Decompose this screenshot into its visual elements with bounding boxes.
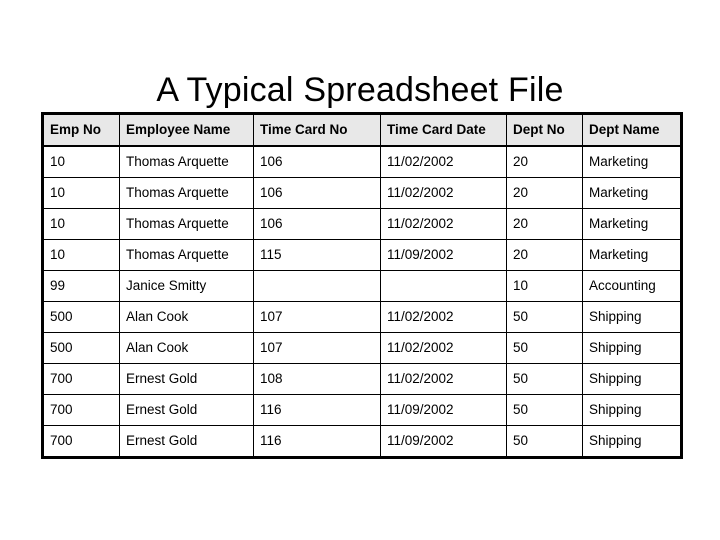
cell-card_no[interactable]: 107 (253, 332, 381, 364)
cell-card_no[interactable]: 115 (253, 239, 381, 271)
table-header-row: Emp No Employee Name Time Card No Time Card… (42, 113, 682, 147)
cell-card_no[interactable]: 106 (253, 145, 381, 178)
cell-emp_name[interactable]: Ernest Gold (119, 394, 254, 426)
spreadsheet-table: Emp No Employee Name Time Card No Time Card… (41, 112, 683, 459)
column-header-dept_name[interactable]: Dept Name (582, 113, 682, 147)
table-header: Emp No Employee Name Time Card No Time Card… (42, 113, 682, 147)
cell-card_no[interactable]: 107 (253, 301, 381, 333)
cell-dept_name[interactable]: Marketing (582, 208, 682, 240)
cell-emp_name[interactable]: Thomas Arquette (119, 239, 254, 271)
cell-dept_name[interactable]: Shipping (582, 301, 682, 333)
cell-dept_no[interactable]: 50 (506, 332, 583, 364)
table-body: 10 Thomas Arquette 106 11/02/2002 20 Marketin… (42, 145, 682, 459)
cell-emp_no[interactable]: 500 (42, 332, 120, 364)
cell-card_no[interactable]: 116 (253, 394, 381, 426)
cell-dept_no[interactable]: 20 (506, 239, 583, 271)
cell-card_no[interactable] (253, 270, 381, 302)
cell-card_date[interactable]: 11/02/2002 (380, 363, 507, 395)
cell-dept_name[interactable]: Marketing (582, 239, 682, 271)
column-header-emp_no[interactable]: Emp No (42, 113, 120, 147)
cell-dept_name[interactable]: Shipping (582, 332, 682, 364)
cell-emp_no[interactable]: 10 (42, 239, 120, 271)
cell-card_no[interactable]: 106 (253, 208, 381, 240)
cell-dept_name[interactable]: Marketing (582, 177, 682, 209)
cell-dept_no[interactable]: 50 (506, 363, 583, 395)
cell-card_date[interactable]: 11/09/2002 (380, 425, 507, 459)
cell-card_date[interactable]: 11/02/2002 (380, 177, 507, 209)
cell-dept_no[interactable]: 20 (506, 177, 583, 209)
cell-emp_no[interactable]: 700 (42, 363, 120, 395)
cell-dept_no[interactable]: 20 (506, 145, 583, 178)
cell-card_no[interactable]: 116 (253, 425, 381, 459)
cell-emp_name[interactable]: Janice Smitty (119, 270, 254, 302)
cell-dept_name[interactable]: Shipping (582, 394, 682, 426)
column-header-dept_no[interactable]: Dept No (506, 113, 583, 147)
cell-emp_no[interactable]: 99 (42, 270, 120, 302)
table-row: 10 Thomas Arquette 106 11/02/2002 20 Marketin… (42, 177, 682, 209)
cell-emp_no[interactable]: 10 (42, 177, 120, 209)
cell-dept_no[interactable]: 50 (506, 394, 583, 426)
cell-dept_name[interactable]: Shipping (582, 425, 682, 459)
cell-card_no[interactable]: 106 (253, 177, 381, 209)
cell-emp_name[interactable]: Ernest Gold (119, 363, 254, 395)
table-row: 500 Alan Cook 107 11/02/2002 50 Shipping (42, 301, 682, 333)
table-row: 10 Thomas Arquette 106 11/02/2002 20 Marketin… (42, 145, 682, 178)
spreadsheet-table-container: Emp No Employee Name Time Card No Time Card… (41, 112, 683, 459)
cell-emp_name[interactable]: Ernest Gold (119, 425, 254, 459)
cell-card_date[interactable]: 11/02/2002 (380, 145, 507, 178)
cell-dept_no[interactable]: 20 (506, 208, 583, 240)
table-row: 700 Ernest Gold 108 11/02/2002 50 Shipping (42, 363, 682, 395)
cell-emp_name[interactable]: Alan Cook (119, 332, 254, 364)
table-row: 10 Thomas Arquette 106 11/02/2002 20 Marketin… (42, 208, 682, 240)
cell-card_date[interactable]: 11/02/2002 (380, 208, 507, 240)
column-header-card_date[interactable]: Time Card Date (380, 113, 507, 147)
cell-dept_name[interactable]: Marketing (582, 145, 682, 178)
cell-dept_name[interactable]: Shipping (582, 363, 682, 395)
cell-dept_no[interactable]: 50 (506, 301, 583, 333)
cell-dept_no[interactable]: 50 (506, 425, 583, 459)
cell-card_date[interactable]: 11/02/2002 (380, 332, 507, 364)
page-title: A Typical Spreadsheet File (156, 70, 564, 109)
cell-emp_name[interactable]: Thomas Arquette (119, 208, 254, 240)
cell-emp_name[interactable]: Alan Cook (119, 301, 254, 333)
table-row: 500 Alan Cook 107 11/02/2002 50 Shipping (42, 332, 682, 364)
column-header-emp_name[interactable]: Employee Name (119, 113, 254, 147)
cell-emp_no[interactable]: 10 (42, 145, 120, 178)
cell-emp_no[interactable]: 700 (42, 394, 120, 426)
cell-emp_name[interactable]: Thomas Arquette (119, 177, 254, 209)
cell-dept_name[interactable]: Accounting (582, 270, 682, 302)
cell-card_date[interactable]: 11/09/2002 (380, 239, 507, 271)
table-row: 10 Thomas Arquette 115 11/09/2002 20 Marketin… (42, 239, 682, 271)
cell-card_date[interactable] (380, 270, 507, 302)
cell-emp_no[interactable]: 500 (42, 301, 120, 333)
cell-card_no[interactable]: 108 (253, 363, 381, 395)
column-header-card_no[interactable]: Time Card No (253, 113, 381, 147)
cell-emp_no[interactable]: 700 (42, 425, 120, 459)
cell-dept_no[interactable]: 10 (506, 270, 583, 302)
table-row: 700 Ernest Gold 116 11/09/2002 50 Shipping (42, 394, 682, 426)
cell-emp_no[interactable]: 10 (42, 208, 120, 240)
table-row: 99 Janice Smitty 10 Accounting (42, 270, 682, 302)
cell-card_date[interactable]: 11/09/2002 (380, 394, 507, 426)
table-row: 700 Ernest Gold 116 11/09/2002 50 Shipping (42, 425, 682, 459)
cell-card_date[interactable]: 11/02/2002 (380, 301, 507, 333)
cell-emp_name[interactable]: Thomas Arquette (119, 145, 254, 178)
